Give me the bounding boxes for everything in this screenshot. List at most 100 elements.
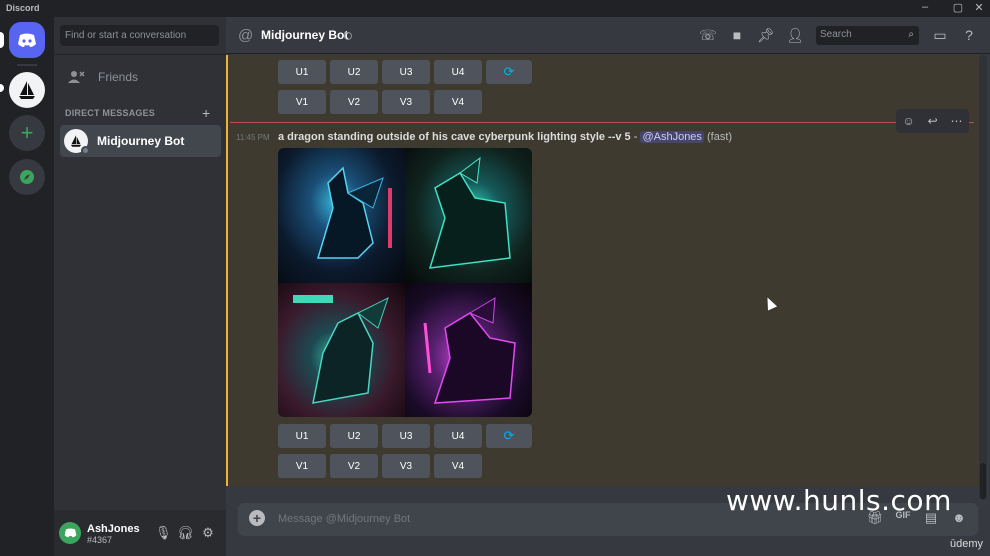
at-icon: @ — [238, 27, 254, 44]
upscale-button-row: U1 U2 U3 U4 ⟳ — [278, 60, 532, 84]
friends-nav-item[interactable]: Friends — [60, 64, 219, 90]
image-tile-2 — [405, 148, 532, 283]
offline-status-icon — [81, 146, 90, 155]
avatar — [64, 129, 90, 155]
message-content: a dragon standing outside of his cave cy… — [278, 131, 732, 143]
mode-label: (fast) — [707, 131, 733, 143]
add-server-icon[interactable]: + — [9, 115, 45, 151]
dragon-image-2 — [428, 156, 511, 269]
explore-servers-icon[interactable] — [9, 159, 45, 195]
close-icon[interactable]: ✕ — [970, 1, 988, 14]
help-icon[interactable]: ? — [960, 27, 978, 45]
inbox-icon[interactable]: ▭ — [931, 27, 949, 45]
friends-icon — [68, 71, 85, 83]
offline-status-icon — [344, 32, 352, 40]
v3-button[interactable]: V3 — [382, 90, 430, 114]
user-tag: #4367 — [87, 535, 113, 545]
selected-pill — [0, 32, 4, 48]
v3-button[interactable]: V3 — [382, 454, 430, 478]
v2-button[interactable]: V2 — [330, 454, 378, 478]
reroll-button[interactable]: ⟳ — [486, 424, 532, 448]
user-avatar[interactable] — [59, 522, 81, 544]
v4-button[interactable]: V4 — [434, 454, 482, 478]
u1-button[interactable]: U1 — [278, 424, 326, 448]
header-search-placeholder: Search — [820, 29, 852, 40]
v2-button[interactable]: V2 — [330, 90, 378, 114]
header-search-input[interactable]: Search ⌕ — [816, 26, 919, 45]
settings-gear-icon[interactable]: ⚙ — [200, 525, 216, 541]
u2-button[interactable]: U2 — [330, 60, 378, 84]
upscale-button-row: U1 U2 U3 U4 ⟳ — [278, 424, 532, 448]
pin-icon[interactable]: 📌︎ — [757, 27, 775, 45]
channel-header: @ Midjourney Bot ☏ ■ 📌︎ 👤︎ Search ⌕ ▭ ? — [226, 17, 990, 54]
v4-button[interactable]: V4 — [434, 90, 482, 114]
sailboat-icon — [19, 81, 35, 99]
dragon-image-3 — [293, 294, 389, 404]
variation-button-row: V1 V2 V3 V4 — [278, 454, 482, 478]
maximize-icon[interactable]: ▢ — [949, 1, 967, 14]
discord-logo-icon — [64, 528, 76, 538]
discord-logo-icon — [18, 33, 36, 47]
midjourney-server-icon[interactable] — [9, 72, 45, 108]
home-button[interactable] — [9, 22, 45, 58]
create-dm-icon[interactable]: + — [202, 105, 210, 121]
scrollbar-track[interactable] — [979, 55, 987, 500]
dm-search-input[interactable]: Find or start a conversation — [60, 25, 219, 46]
more-options-icon[interactable]: ⋯ — [951, 114, 963, 128]
attach-plus-icon[interactable]: + — [249, 510, 265, 526]
user-mention[interactable]: @AshJones — [640, 131, 704, 143]
user-panel: AshJones #4367 🎙︎ 🎧︎ ⚙ — [54, 510, 226, 556]
minimize-icon[interactable]: – — [916, 1, 934, 13]
udemy-logo: ūdemy — [950, 538, 984, 550]
separator-text: - — [630, 131, 641, 143]
microphone-icon[interactable]: 🎙︎ — [155, 525, 172, 541]
dragon-image-4 — [423, 296, 516, 404]
image-tile-3 — [278, 282, 405, 417]
message-input[interactable]: Message @Midjourney Bot — [278, 513, 410, 525]
variation-button-row: V1 V2 V3 V4 — [278, 90, 482, 114]
u1-button[interactable]: U1 — [278, 60, 326, 84]
u3-button[interactable]: U3 — [382, 60, 430, 84]
u4-button[interactable]: U4 — [434, 60, 482, 84]
server-rail: + — [0, 17, 54, 556]
search-icon: ⌕ — [908, 29, 914, 40]
headphones-icon[interactable]: 🎧︎ — [177, 525, 194, 541]
add-friend-icon[interactable]: 👤︎ — [786, 27, 804, 45]
unread-pill — [0, 84, 4, 92]
dm-sidebar: Find or start a conversation Friends DIR… — [54, 17, 226, 556]
app-title: Discord — [6, 3, 40, 13]
reroll-button[interactable]: ⟳ — [486, 60, 532, 84]
dm-divider — [54, 54, 226, 55]
scrollbar-thumb[interactable] — [980, 463, 986, 499]
reply-icon[interactable]: ↩ — [928, 114, 938, 128]
image-tile-4 — [405, 282, 532, 417]
message-actions-bar: ☺ ↩ ⋯ — [896, 109, 969, 133]
u4-button[interactable]: U4 — [434, 424, 482, 448]
v1-button[interactable]: V1 — [278, 90, 326, 114]
generated-image-grid[interactable] — [278, 148, 532, 417]
page-title: Midjourney Bot — [261, 28, 349, 42]
username: AshJones — [87, 523, 140, 535]
watermark-text: www.hunls.com — [726, 484, 952, 517]
voice-call-icon[interactable]: ☏ — [699, 27, 717, 45]
message-timestamp: 11:45 PM — [236, 133, 270, 142]
dm-item-label: Midjourney Bot — [97, 134, 185, 148]
u2-button[interactable]: U2 — [330, 424, 378, 448]
dragon-image-1 — [316, 166, 392, 259]
dm-item-midjourney-bot[interactable]: Midjourney Bot — [60, 125, 221, 157]
mention-highlight-bar — [226, 55, 228, 486]
server-separator — [17, 64, 37, 66]
emoji-icon[interactable]: ☻ — [950, 510, 968, 528]
add-reaction-icon[interactable]: ☺ — [902, 114, 914, 128]
new-messages-divider — [230, 122, 974, 123]
image-tile-1 — [278, 148, 405, 283]
refresh-icon: ⟳ — [503, 64, 515, 79]
video-call-icon[interactable]: ■ — [728, 27, 746, 45]
friends-label: Friends — [98, 70, 139, 84]
window-titlebar: Discord – ▢ ✕ — [0, 0, 990, 17]
sailboat-icon — [70, 135, 82, 147]
direct-messages-header: DIRECT MESSAGES — [65, 108, 156, 118]
u3-button[interactable]: U3 — [382, 424, 430, 448]
compass-icon — [20, 170, 34, 184]
v1-button[interactable]: V1 — [278, 454, 326, 478]
